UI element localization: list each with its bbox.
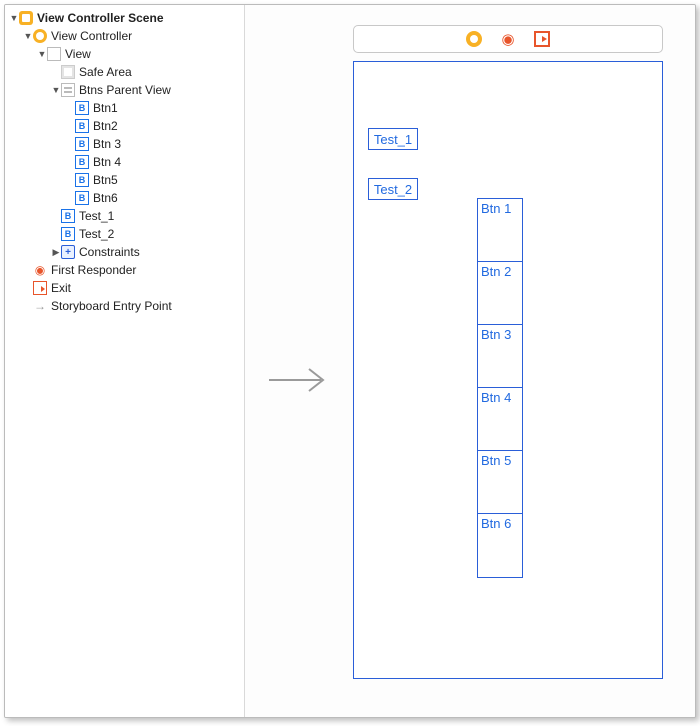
scene-icon xyxy=(19,11,33,25)
button-icon: B xyxy=(75,119,89,133)
canvas-test2-button[interactable]: Test_2 xyxy=(368,178,418,200)
interface-builder-canvas[interactable]: ◉ Test_1 Test_2 Btn 1 Btn 2 Btn 3 Btn 4 … xyxy=(245,5,695,717)
outline-btn[interactable]: ▼BBtn6 xyxy=(5,189,244,207)
scene-dock[interactable]: ◉ xyxy=(353,25,663,53)
storyboard-entry-arrow-icon xyxy=(265,365,335,395)
view-label: View xyxy=(65,47,91,61)
canvas-test1-button[interactable]: Test_1 xyxy=(368,128,418,150)
stack-view-icon xyxy=(61,83,75,97)
outline-btn[interactable]: ▼BBtn2 xyxy=(5,117,244,135)
vc-label: View Controller xyxy=(51,29,132,43)
view-controller-icon xyxy=(33,29,47,43)
scene-label: View Controller Scene xyxy=(37,11,164,25)
outline-test1[interactable]: ▼BTest_1 xyxy=(5,207,244,225)
cube-icon: ◉ xyxy=(33,263,47,277)
button-icon: B xyxy=(75,191,89,205)
first-responder-icon[interactable]: ◉ xyxy=(500,31,516,47)
window-frame: ▼ View Controller Scene ▼ View Controlle… xyxy=(4,4,696,718)
device-view[interactable]: Test_1 Test_2 Btn 1 Btn 2 Btn 3 Btn 4 Bt… xyxy=(353,61,663,679)
outline-safe-area[interactable]: ▼ Safe Area xyxy=(5,63,244,81)
button-icon: B xyxy=(61,227,75,241)
outline-btn[interactable]: ▼BBtn 4 xyxy=(5,153,244,171)
canvas-btns-parent-view[interactable]: Btn 1 Btn 2 Btn 3 Btn 4 Btn 5 Btn 6 xyxy=(477,198,523,578)
parent-view-label: Btns Parent View xyxy=(79,83,171,97)
button-icon: B xyxy=(75,137,89,151)
button-icon: B xyxy=(61,209,75,223)
canvas-stack-btn[interactable]: Btn 4 xyxy=(478,388,522,451)
button-icon: B xyxy=(75,101,89,115)
canvas-stack-btn[interactable]: Btn 2 xyxy=(478,262,522,325)
view-icon xyxy=(47,47,61,61)
canvas-stack-btn[interactable]: Btn 6 xyxy=(478,514,522,577)
outline-btn[interactable]: ▼BBtn1 xyxy=(5,99,244,117)
canvas-stack-btn[interactable]: Btn 1 xyxy=(478,199,522,262)
exit-icon xyxy=(33,281,47,295)
safe-area-icon xyxy=(61,65,75,79)
outline-btn[interactable]: ▼BBtn5 xyxy=(5,171,244,189)
outline-view-controller[interactable]: ▼ View Controller xyxy=(5,27,244,45)
outline-entry-point[interactable]: ▼→Storyboard Entry Point xyxy=(5,297,244,315)
outline-scene[interactable]: ▼ View Controller Scene xyxy=(5,9,244,27)
canvas-stack-btn[interactable]: Btn 5 xyxy=(478,451,522,514)
outline-first-responder[interactable]: ▼◉First Responder xyxy=(5,261,244,279)
exit-icon[interactable] xyxy=(534,31,550,47)
button-icon: B xyxy=(75,173,89,187)
outline-btn[interactable]: ▼BBtn 3 xyxy=(5,135,244,153)
constraints-icon xyxy=(61,245,75,259)
safe-area-label: Safe Area xyxy=(79,65,132,79)
outline-test2[interactable]: ▼BTest_2 xyxy=(5,225,244,243)
view-controller-icon[interactable] xyxy=(466,31,482,47)
outline-exit[interactable]: ▼Exit xyxy=(5,279,244,297)
outline-parent-view[interactable]: ▼ Btns Parent View xyxy=(5,81,244,99)
canvas-stack-btn[interactable]: Btn 3 xyxy=(478,325,522,388)
outline-constraints[interactable]: ▶Constraints xyxy=(5,243,244,261)
button-icon: B xyxy=(75,155,89,169)
arrow-right-icon: → xyxy=(33,299,47,313)
outline-view[interactable]: ▼ View xyxy=(5,45,244,63)
document-outline[interactable]: ▼ View Controller Scene ▼ View Controlle… xyxy=(5,5,245,717)
